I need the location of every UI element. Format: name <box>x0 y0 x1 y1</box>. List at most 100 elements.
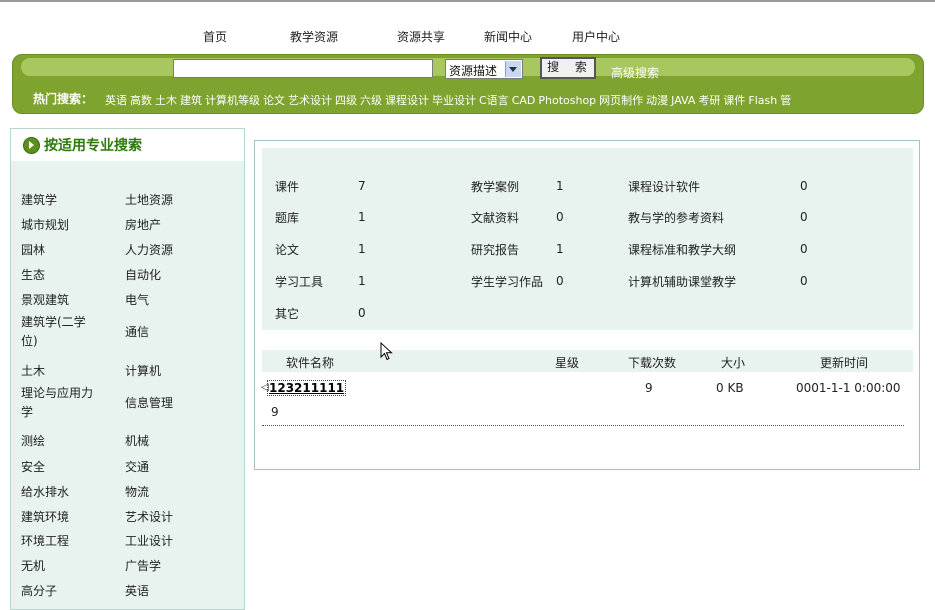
hot-word-link[interactable]: Photoshop <box>538 94 596 107</box>
col-stars: 星级 <box>555 356 580 370</box>
arrow-bullet-icon <box>23 137 40 154</box>
major-item[interactable]: 建筑学 <box>21 191 57 210</box>
top-nav: 首页 教学资源 资源共享 新闻中心 用户中心 <box>0 28 935 48</box>
sidebar-major-search: 按适用专业搜索 建筑学 土地资源城市规划 房地产园林 人力资源生态 自动化景观建筑 电气建… <box>10 128 245 610</box>
resource-type-link[interactable]: 计算机辅助课堂教学 <box>628 273 736 290</box>
resource-type-link[interactable]: 学习工具 <box>275 273 323 290</box>
major-item[interactable]: 电气 <box>125 291 149 310</box>
major-item[interactable]: 房地产 <box>125 216 161 235</box>
resource-type-link[interactable]: 课程设计软件 <box>628 178 700 195</box>
hot-word-link[interactable]: 课件 <box>723 94 745 107</box>
major-item[interactable]: 交通 <box>125 458 149 477</box>
chevron-down-icon[interactable] <box>505 61 521 77</box>
resource-type-count: 0 <box>800 242 808 256</box>
hot-word-link[interactable]: 论文 <box>263 94 285 107</box>
hot-word-link[interactable]: 艺术设计 <box>288 94 332 107</box>
major-item[interactable]: 无机 <box>21 557 45 576</box>
major-item[interactable]: 安全 <box>21 458 45 477</box>
software-name-link[interactable]: 123211111 <box>267 380 347 396</box>
major-item[interactable]: 自动化 <box>125 266 161 285</box>
hot-word-link[interactable]: 考研 <box>698 94 720 107</box>
col-downloads: 下载次数 <box>628 356 677 370</box>
resource-panel: 课件 7 教学案例 1 课程设计软件 0 题库 1 文献资料 0 教与学的参考资料 0 论文 1 研究报告 1… <box>254 140 920 470</box>
major-item[interactable]: 计算机 <box>125 362 161 381</box>
major-item[interactable]: 英语 <box>125 582 149 601</box>
nav-news-center[interactable]: 新闻中心 <box>484 28 532 45</box>
resource-type-count: 1 <box>358 210 366 224</box>
nav-user-center[interactable]: 用户中心 <box>572 28 620 45</box>
resource-type-link[interactable]: 课程标准和教学大纲 <box>628 241 736 258</box>
resource-type-link[interactable]: 课件 <box>275 178 299 195</box>
resource-type-link[interactable]: 题库 <box>275 209 299 226</box>
search-type-value: 资源描述 <box>449 64 498 78</box>
resource-type-count: 0 <box>556 210 564 224</box>
resource-type-link[interactable]: 论文 <box>275 241 299 258</box>
major-item[interactable]: 给水排水 <box>21 483 69 502</box>
hot-search-words: 英语 高数 土木 建筑 计算机等级 论文 艺术设计 四级 六级 课程设计 毕业设计 C语言 CAD Pho… <box>105 92 794 108</box>
major-item[interactable]: 机械 <box>125 432 149 451</box>
nav-resource-sharing[interactable]: 资源共享 <box>397 28 445 45</box>
hot-word-link[interactable]: 建筑 <box>180 94 202 107</box>
row-updated: 0001-1-1 0:00:00 <box>796 381 901 395</box>
major-item[interactable]: 人力资源 <box>125 241 173 260</box>
resource-type-link[interactable]: 研究报告 <box>471 241 519 258</box>
major-item[interactable]: 景观建筑 <box>21 291 69 310</box>
major-item[interactable]: 建筑学(二学位) <box>21 313 97 351</box>
top-border <box>0 0 935 2</box>
major-item[interactable]: 建筑环境 <box>21 508 69 527</box>
hot-word-link[interactable]: 课程设计 <box>385 94 429 107</box>
major-item[interactable]: 通信 <box>125 323 149 342</box>
hot-word-link[interactable]: 毕业设计 <box>432 94 476 107</box>
search-type-select[interactable]: 资源描述 <box>445 59 523 79</box>
major-item[interactable]: 测绘 <box>21 432 45 451</box>
resource-type-link[interactable]: 学生学习作品 <box>471 273 543 290</box>
resource-type-count: 0 <box>556 274 564 288</box>
major-item[interactable]: 理论与应用力学 <box>21 384 97 422</box>
major-item[interactable]: 生态 <box>21 266 45 285</box>
hot-word-link[interactable]: 高数 <box>130 94 152 107</box>
resource-type-link[interactable]: 其它 <box>275 305 299 322</box>
major-item[interactable]: 工业设计 <box>125 532 173 551</box>
resource-type-link[interactable]: 教学案例 <box>471 178 519 195</box>
major-item[interactable]: 环境工程 <box>21 532 69 551</box>
major-item[interactable]: 土地资源 <box>125 191 173 210</box>
resource-type-count: 0 <box>800 274 808 288</box>
advanced-search-link[interactable]: 高级搜索 <box>611 64 659 81</box>
hot-word-link[interactable]: 六级 <box>360 94 382 107</box>
major-item[interactable]: 艺术设计 <box>125 508 173 527</box>
hot-word-link[interactable]: C语言 <box>479 94 509 107</box>
table-header: 软件名称 星级 下载次数 大小 更新时间 <box>262 350 913 372</box>
major-item[interactable]: 广告学 <box>125 557 161 576</box>
major-item[interactable]: 城市规划 <box>21 216 69 235</box>
col-software-name: 软件名称 <box>286 356 335 370</box>
hot-word-link[interactable]: 土木 <box>155 94 177 107</box>
resource-type-count: 0 <box>358 306 366 320</box>
col-size: 大小 <box>721 356 746 370</box>
search-input[interactable] <box>173 59 433 78</box>
resource-type-count: 7 <box>358 179 366 193</box>
hot-word-link[interactable]: 网页制作 <box>599 94 643 107</box>
hot-search-label: 热门搜索： <box>33 92 94 106</box>
sidebar-title: 按适用专业搜索 <box>44 138 142 154</box>
hot-word-link[interactable]: JAVA <box>671 94 695 107</box>
major-item[interactable]: 园林 <box>21 241 45 260</box>
hot-word-link[interactable]: Flash <box>748 94 777 107</box>
col-updated: 更新时间 <box>820 356 869 370</box>
hot-word-link[interactable]: CAD <box>512 94 536 107</box>
hot-word-link[interactable]: 管 <box>780 94 791 107</box>
search-band: 资源描述 搜 索 高级搜索 热门搜索： 英语 高数 土木 建筑 计算机等级 论文 艺术设计四… <box>12 54 924 114</box>
major-item[interactable]: 信息管理 <box>125 394 173 413</box>
hot-word-link[interactable]: 计算机等级 <box>205 94 260 107</box>
resource-type-link[interactable]: 教与学的参考资料 <box>628 209 724 226</box>
hot-word-link[interactable]: 英语 <box>105 94 127 107</box>
resource-type-link[interactable]: 文献资料 <box>471 209 519 226</box>
row-divider <box>262 425 904 426</box>
major-item[interactable]: 高分子 <box>21 582 57 601</box>
major-item[interactable]: 物流 <box>125 483 149 502</box>
hot-word-link[interactable]: 四级 <box>335 94 357 107</box>
search-button[interactable]: 搜 索 <box>540 57 596 79</box>
major-item[interactable]: 土木 <box>21 362 45 381</box>
hot-word-link[interactable]: 动漫 <box>646 94 668 107</box>
nav-home[interactable]: 首页 <box>203 28 227 45</box>
nav-teaching-resources[interactable]: 教学资源 <box>290 28 338 45</box>
